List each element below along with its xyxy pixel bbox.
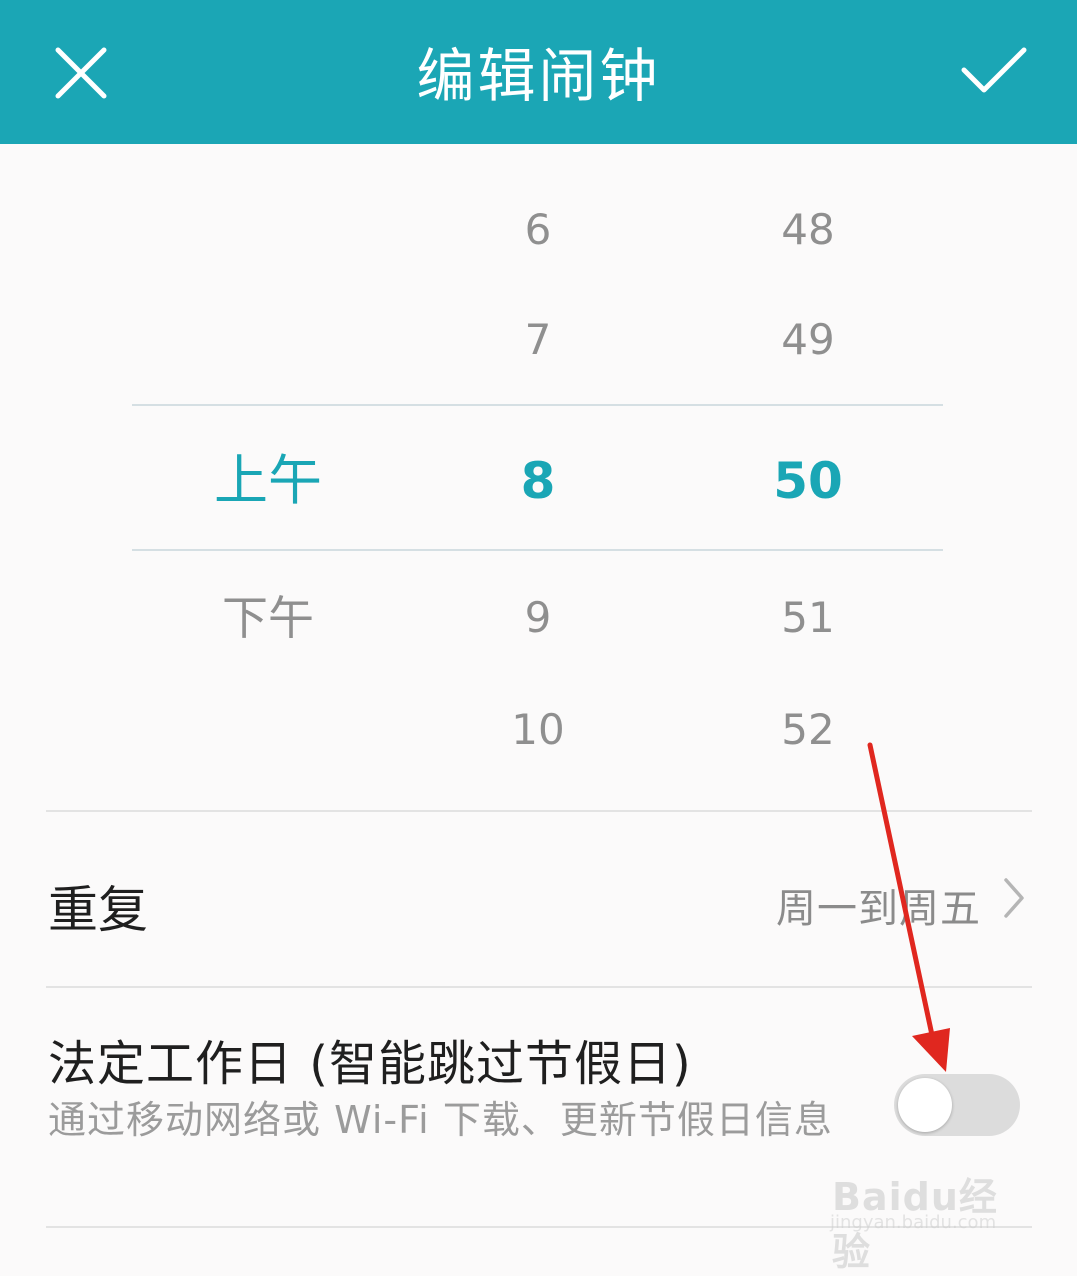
minute-option[interactable]: 48 [698,200,918,260]
repeat-setting-row[interactable]: 重复 周一到周五 [0,814,1077,986]
minute-option[interactable]: 52 [698,700,918,760]
ampm-option[interactable]: 下午 [158,588,378,648]
minute-wheel[interactable]: 48 49 50 51 52 [698,160,918,800]
minute-selected[interactable]: 50 [698,445,918,517]
minute-option[interactable]: 49 [698,310,918,370]
watermark-url: jingyan.baidu.com [830,1212,997,1233]
selection-line-bottom [132,549,943,551]
hour-option[interactable]: 9 [428,588,648,648]
ampm-wheel[interactable]: 上午 下午 [158,160,378,800]
watermark: Baidu经验 jingyan.baidu.com [826,1146,1026,1274]
holiday-title: 法定工作日 (智能跳过节假日) [48,1036,692,1092]
divider [46,810,1032,812]
hour-option[interactable]: 10 [428,700,648,760]
minute-option[interactable]: 51 [698,588,918,648]
hour-selected[interactable]: 8 [428,445,648,517]
page-title: 编辑闹钟 [416,42,661,110]
selection-line-top [132,404,943,406]
holiday-toggle[interactable] [894,1074,1020,1136]
app-header: 编辑闹钟 [0,0,1077,144]
hour-option[interactable]: 7 [428,310,648,370]
toggle-knob [898,1078,952,1132]
holiday-description: 通过移动网络或 Wi-Fi 下载、更新节假日信息 [48,1098,833,1142]
repeat-value: 周一到周五 [776,886,981,932]
ampm-selected[interactable]: 上午 [158,445,378,517]
divider [46,986,1032,988]
repeat-label: 重复 [48,881,148,939]
hour-wheel[interactable]: 6 7 8 9 10 [428,160,648,800]
time-picker[interactable]: 上午 下午 6 7 8 9 10 48 49 50 51 52 [0,160,1077,800]
hour-option[interactable]: 6 [428,200,648,260]
chevron-right-icon [1004,878,1024,918]
check-icon[interactable] [958,44,1030,100]
